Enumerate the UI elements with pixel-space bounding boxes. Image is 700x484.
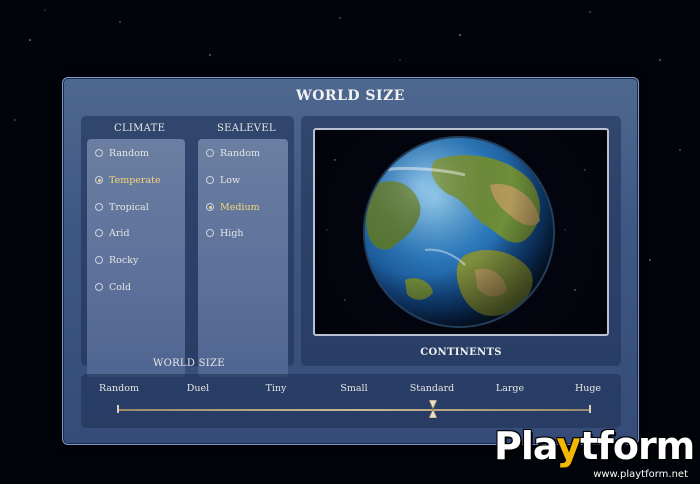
world-size-slider-thumb[interactable] bbox=[429, 400, 437, 418]
sealevel-list: Random Low Medium High bbox=[198, 139, 288, 377]
radio-icon bbox=[95, 256, 103, 264]
world-size-labels: Random Duel Tiny Small Standard Large Hu… bbox=[81, 383, 621, 397]
preview-group: CONTINENTS bbox=[301, 116, 621, 366]
sealevel-option-medium[interactable]: Medium bbox=[206, 199, 260, 215]
radio-icon bbox=[95, 229, 103, 237]
preview-label: CONTINENTS bbox=[420, 347, 502, 358]
size-label-huge[interactable]: Huge bbox=[575, 383, 601, 394]
radio-selected-icon bbox=[206, 203, 214, 211]
option-label: Random bbox=[220, 147, 260, 159]
option-label: Random bbox=[109, 147, 149, 159]
option-label: Rocky bbox=[109, 254, 139, 266]
option-label: Cold bbox=[109, 281, 132, 293]
sealevel-option-low[interactable]: Low bbox=[206, 172, 240, 188]
dialog-title: WORLD SIZE bbox=[296, 88, 405, 104]
slider-min-tick bbox=[117, 405, 119, 413]
radio-icon bbox=[206, 149, 214, 157]
playtform-watermark: Playtform www.playtform.net bbox=[494, 424, 695, 480]
climate-list: Random Temperate Tropical Arid Rocky Col… bbox=[87, 139, 185, 377]
radio-icon bbox=[95, 149, 103, 157]
climate-option-arid[interactable]: Arid bbox=[95, 225, 130, 241]
climate-header: CLIMATE bbox=[114, 123, 166, 134]
option-label: Arid bbox=[109, 227, 130, 239]
size-label-duel[interactable]: Duel bbox=[187, 383, 209, 394]
radio-icon bbox=[206, 176, 214, 184]
radio-icon bbox=[95, 283, 103, 291]
radio-selected-icon bbox=[95, 176, 103, 184]
slider-max-tick bbox=[589, 405, 591, 413]
sealevel-header: SEALEVEL bbox=[217, 123, 276, 134]
sealevel-option-high[interactable]: High bbox=[206, 225, 244, 241]
climate-option-cold[interactable]: Cold bbox=[95, 279, 131, 295]
option-label: Tropical bbox=[109, 201, 149, 213]
world-size-header: WORLD SIZE bbox=[153, 358, 225, 369]
size-label-random[interactable]: Random bbox=[99, 383, 139, 394]
world-size-slider-group: Random Duel Tiny Small Standard Large Hu… bbox=[81, 374, 621, 428]
radio-icon bbox=[95, 203, 103, 211]
watermark-logo: Playtform bbox=[494, 424, 695, 468]
world-size-slider-track[interactable] bbox=[117, 409, 591, 411]
climate-option-temperate[interactable]: Temperate bbox=[95, 172, 161, 188]
option-label: Medium bbox=[220, 201, 260, 213]
climate-option-random[interactable]: Random bbox=[95, 145, 149, 161]
options-group: CLIMATE SEALEVEL Random Temperate Tropic… bbox=[81, 116, 294, 377]
size-label-standard[interactable]: Standard bbox=[410, 383, 454, 394]
size-label-small[interactable]: Small bbox=[340, 383, 367, 394]
size-label-large[interactable]: Large bbox=[496, 383, 524, 394]
world-setup-dialog: WORLD SIZE CLIMATE SEALEVEL Random Tempe… bbox=[62, 77, 639, 445]
option-label: Temperate bbox=[109, 174, 161, 186]
option-label: Low bbox=[220, 174, 241, 186]
planet-preview bbox=[313, 128, 609, 336]
sealevel-option-random[interactable]: Random bbox=[206, 145, 260, 161]
climate-option-rocky[interactable]: Rocky bbox=[95, 252, 138, 268]
option-label: High bbox=[220, 227, 244, 239]
radio-icon bbox=[206, 229, 214, 237]
watermark-url: www.playtform.net bbox=[593, 469, 688, 480]
planet-globe-image bbox=[326, 136, 586, 328]
size-label-tiny[interactable]: Tiny bbox=[266, 383, 287, 394]
climate-option-tropical[interactable]: Tropical bbox=[95, 199, 149, 215]
